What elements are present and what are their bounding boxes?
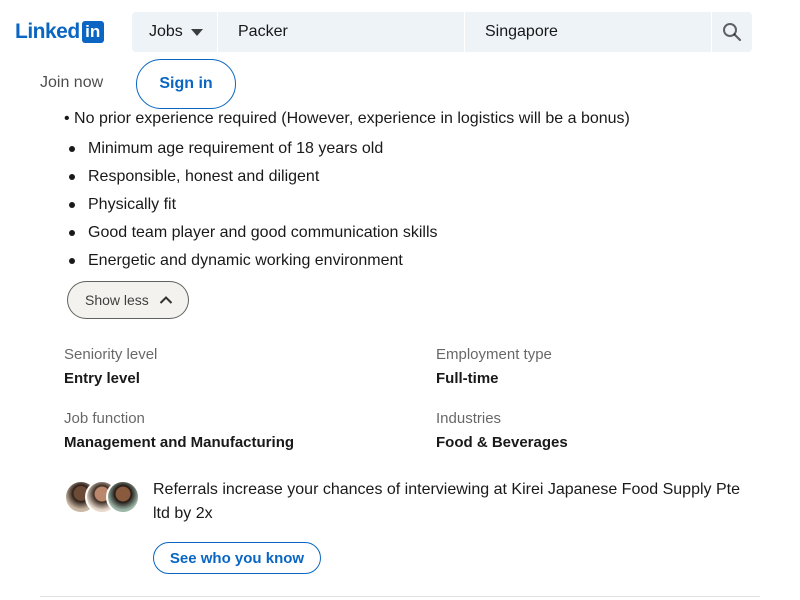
requirement-item: Good team player and good communication … [64,221,438,249]
requirements-list: Minimum age requirement of 18 years old … [64,137,438,277]
criteria-value: Full-time [436,370,499,387]
requirement-text: No prior experience required (However, e… [74,110,630,127]
criteria-value: Food & Beverages [436,434,568,451]
requirement-item: Physically fit [64,193,438,221]
criteria-label: Industries [436,410,502,427]
join-now-link[interactable]: Join now [40,74,103,92]
requirement-item: Minimum age requirement of 18 years old [64,137,438,165]
chevron-up-icon [159,295,173,305]
search-icon [723,23,742,42]
referral-text: Referrals increase your chances of inter… [153,481,740,522]
search-button[interactable] [711,12,752,52]
section-divider [40,596,760,597]
criteria-value: Entry level [64,370,140,387]
show-less-button[interactable]: Show less [67,281,189,319]
criteria-label: Seniority level [64,346,158,363]
criteria-industries: Industries Food & Beverages [436,409,568,453]
criteria-job-function: Job function Management and Manufacturin… [64,409,294,453]
top-navigation: Linked in Jobs Join now Sign in [0,0,800,110]
criteria-value: Management and Manufacturing [64,434,295,451]
keyword-field [217,12,464,52]
avatar-group [64,480,140,514]
logo-badge: in [81,21,104,43]
criteria-employment-type: Employment type Full-time [436,345,552,389]
show-less-label: Show less [85,292,149,308]
requirement-item-cutoff: • No prior experience required (However,… [64,110,630,127]
avatar [106,480,140,514]
keyword-input[interactable] [238,23,438,41]
job-search-bar: Jobs [132,12,752,52]
logo-wordmark: Linked [15,20,80,43]
search-type-dropdown[interactable]: Jobs [132,12,217,52]
requirement-item: Responsible, honest and diligent [64,165,438,193]
location-field [464,12,711,52]
criteria-seniority: Seniority level Entry level [64,345,157,389]
caret-down-icon [190,28,203,36]
criteria-label: Employment type [436,346,552,363]
see-who-you-know-button[interactable]: See who you know [153,542,321,574]
search-type-label: Jobs [149,23,183,40]
location-input[interactable] [485,23,685,41]
linkedin-logo[interactable]: Linked in [15,21,104,43]
requirement-item: Energetic and dynamic working environmen… [64,249,438,277]
criteria-label: Job function [64,410,145,427]
sign-in-button[interactable]: Sign in [136,59,236,109]
